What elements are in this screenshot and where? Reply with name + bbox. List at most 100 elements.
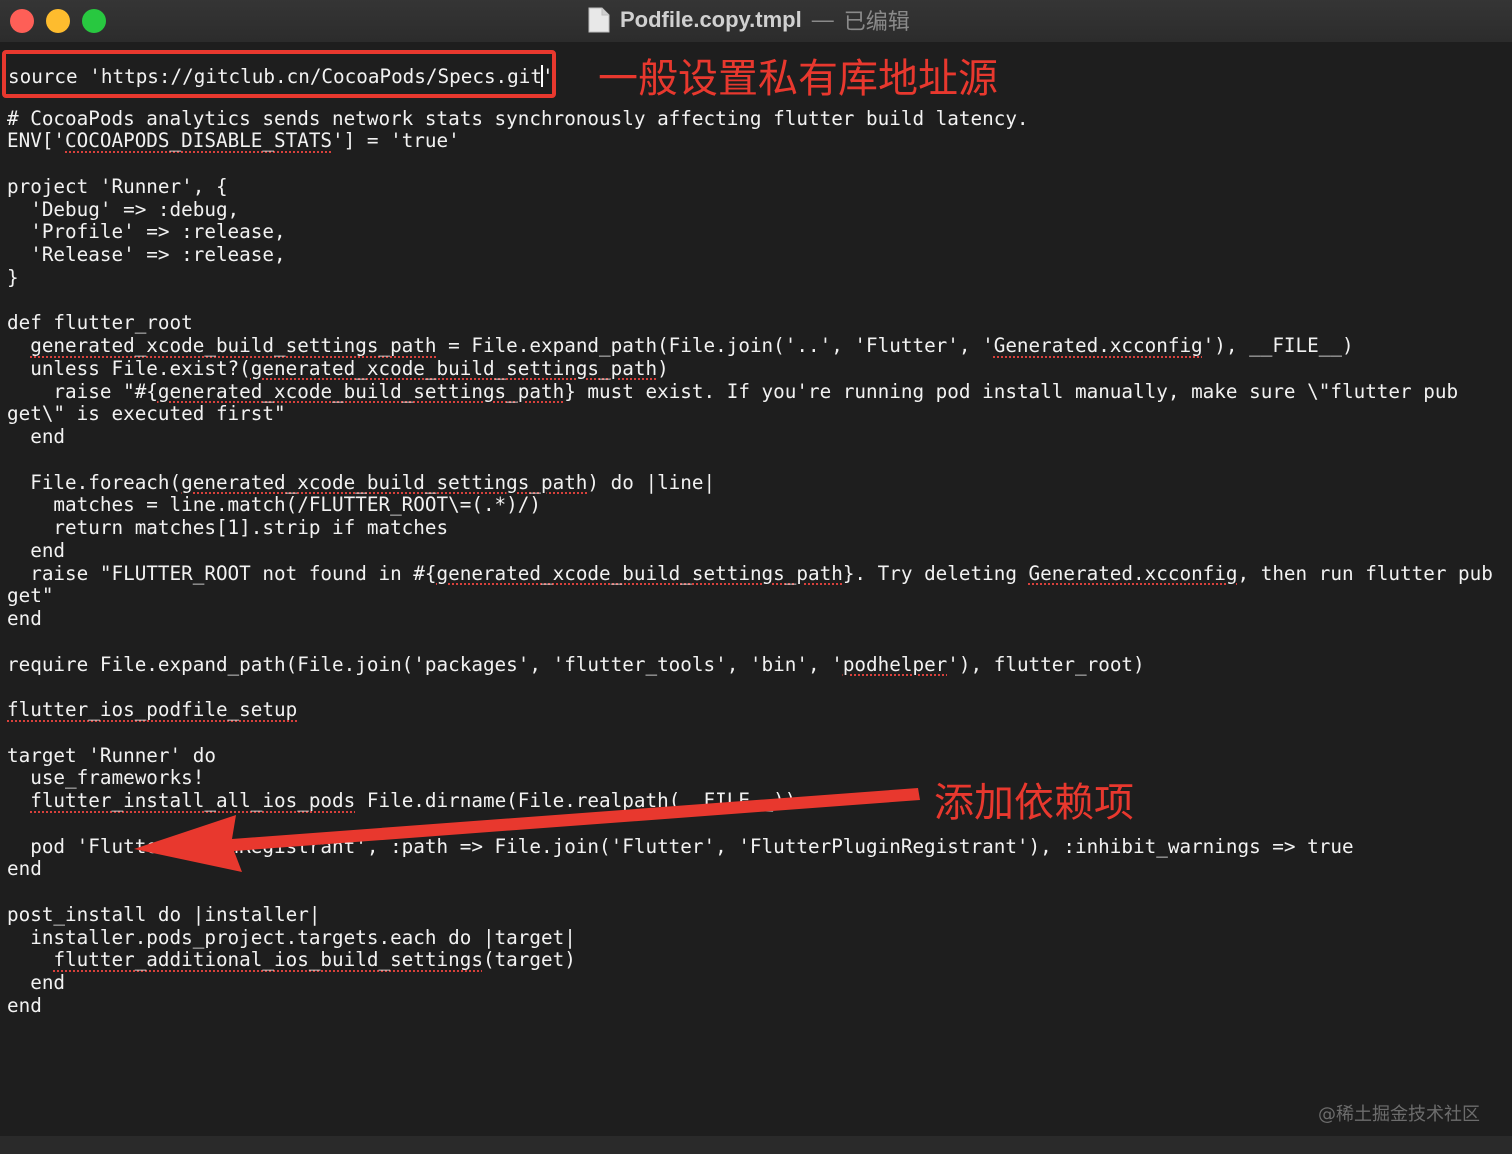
code-line[interactable] xyxy=(7,722,1493,745)
code-text: } must exist. If you're running pod inst… xyxy=(564,379,1459,403)
window-title-group: Podfile.copy.tmpl — 已编辑 xyxy=(588,5,910,35)
code-text: end xyxy=(7,425,66,448)
code-line[interactable]: end xyxy=(7,971,1493,995)
code-line[interactable] xyxy=(7,881,1493,904)
code-text: get" xyxy=(7,584,54,608)
code-line[interactable]: } xyxy=(7,265,1493,290)
code-text: 'Release' => :release, xyxy=(7,243,286,266)
window-title: Podfile.copy.tmpl xyxy=(620,7,802,32)
code-line[interactable]: ENV['COCOAPODS_DISABLE_STATS'] = 'true' xyxy=(7,129,1493,153)
code-line[interactable]: generated_xcode_build_settings_path = Fi… xyxy=(7,334,1493,358)
source-line-text: source 'https://gitclub.cn/CocoaPods/Spe… xyxy=(8,65,542,88)
code-text: end xyxy=(7,607,42,630)
code-text: # CocoaPods analytics sends network stat… xyxy=(7,106,1029,130)
code-text: } xyxy=(7,265,19,289)
code-text: post_install do |installer| xyxy=(7,902,321,926)
code-text: ) xyxy=(657,356,669,380)
code-line[interactable] xyxy=(7,813,1493,836)
code-text: end xyxy=(7,857,42,881)
code-line[interactable]: get\" is executed first" xyxy=(7,402,1493,426)
close-icon[interactable] xyxy=(10,9,34,33)
code-line[interactable]: raise "#{generated_xcode_build_settings_… xyxy=(7,379,1493,404)
code-line[interactable]: 'Debug' => :debug, xyxy=(7,197,1493,222)
code-line[interactable]: File.foreach(generated_xcode_build_setti… xyxy=(7,470,1493,495)
code-line[interactable]: get" xyxy=(7,584,1493,608)
title-bar: Podfile.copy.tmpl — 已编辑 xyxy=(0,0,1512,43)
code-line[interactable]: def flutter_root xyxy=(7,311,1493,335)
code-line[interactable] xyxy=(7,449,1493,472)
code-content[interactable]: platform :ios, '9.0'# CocoaPods analytic… xyxy=(7,61,1493,1018)
minimize-icon[interactable] xyxy=(46,9,70,33)
source-line[interactable]: source 'https://gitclub.cn/CocoaPods/Spe… xyxy=(8,65,552,89)
code-text: use_frameworks! xyxy=(7,766,205,790)
spellcheck-word: generated_xcode_build_settings_path xyxy=(436,561,843,585)
spellcheck-word: generated_xcode_build_settings_path xyxy=(181,470,588,494)
code-line[interactable]: matches = line.match(/FLUTTER_ROOT\=(.*)… xyxy=(7,493,1493,517)
source-highlight-box: source 'https://gitclub.cn/CocoaPods/Spe… xyxy=(2,50,556,98)
code-text: raise "FLUTTER_ROOT not found in #{ xyxy=(7,561,437,585)
code-text: ENV[' xyxy=(7,129,66,153)
code-text: raise "#{ xyxy=(7,379,158,403)
code-line[interactable]: flutter_additional_ios_build_settings(ta… xyxy=(7,948,1493,972)
code-text: (target) xyxy=(482,948,576,972)
code-line[interactable]: 'Profile' => :release, xyxy=(7,220,1493,244)
code-text: end xyxy=(7,971,66,994)
code-line[interactable]: end xyxy=(7,993,1493,1018)
code-line[interactable]: end xyxy=(7,425,1493,449)
editor-window: Podfile.copy.tmpl — 已编辑 platform :ios, '… xyxy=(0,0,1512,1154)
code-line[interactable]: flutter_ios_podfile_setup xyxy=(7,698,1493,722)
code-line[interactable]: end xyxy=(7,857,1493,881)
source-annotation: 一般设置私有库地址源 xyxy=(598,56,998,102)
code-text: '), __FILE__) xyxy=(1202,334,1354,357)
spellcheck-word: generated_xcode_build_settings_path xyxy=(250,356,658,380)
code-line[interactable]: project 'Runner', { xyxy=(7,175,1493,199)
code-line[interactable]: installer.pods_project.targets.each do |… xyxy=(7,925,1493,950)
code-line[interactable]: require File.expand_path(File.join('pack… xyxy=(7,652,1493,677)
code-line[interactable] xyxy=(7,290,1493,313)
bottom-edge xyxy=(0,1136,1512,1154)
spellcheck-word: generated_xcode_build_settings_path xyxy=(157,379,565,403)
maximize-icon[interactable] xyxy=(82,9,106,33)
title-separator: — xyxy=(811,7,834,32)
edited-status: 已编辑 xyxy=(843,9,910,34)
code-line[interactable]: flutter_install_all_ios_pods File.dirnam… xyxy=(7,789,1493,813)
watermark: @稀土掘金技术社区 xyxy=(1318,1104,1480,1125)
spellcheck-word: flutter_ios_podfile_setup xyxy=(7,698,298,721)
code-text: installer.pods_project.targets.each do |… xyxy=(7,925,576,949)
code-text: target 'Runner' do xyxy=(7,743,216,767)
code-line[interactable] xyxy=(7,153,1493,176)
text-editor-area[interactable]: platform :ios, '9.0'# CocoaPods analytic… xyxy=(0,42,1512,1154)
code-line[interactable]: 'Release' => :release, xyxy=(7,243,1493,267)
spellcheck-word: flutter_additional_ios_build_settings xyxy=(53,948,483,972)
code-text: require File.expand_path(File.join('pack… xyxy=(7,652,843,676)
code-text: ) do |line| xyxy=(587,470,716,494)
code-text: File.foreach( xyxy=(7,470,182,494)
code-text: get\" is executed first" xyxy=(7,402,286,426)
code-text: end xyxy=(7,993,42,1017)
code-text: unless File.exist?( xyxy=(7,356,251,380)
code-line[interactable] xyxy=(7,631,1493,654)
code-line[interactable]: post_install do |installer| xyxy=(7,902,1493,927)
spellcheck-word: Generated.xcconfig xyxy=(993,334,1203,357)
spellcheck-word: COCOAPODS_DISABLE_STATS xyxy=(65,129,333,153)
spellcheck-word: flutter_install_all_ios_pods xyxy=(30,789,356,812)
code-line[interactable]: end xyxy=(7,539,1493,563)
code-text: return matches[1].strip if matches xyxy=(7,516,449,539)
code-text: , then run flutter pub xyxy=(1237,561,1493,585)
code-line[interactable]: unless File.exist?(generated_xcode_build… xyxy=(7,356,1493,381)
code-text: '), flutter_root) xyxy=(947,652,1145,676)
code-text: pod 'FlutterPluginRegistrant', :path => … xyxy=(7,834,1354,858)
code-line[interactable]: # CocoaPods analytics sends network stat… xyxy=(7,106,1493,131)
code-line[interactable]: end xyxy=(7,607,1493,631)
code-line[interactable]: pod 'FlutterPluginRegistrant', :path => … xyxy=(7,834,1493,859)
code-line[interactable]: return matches[1].strip if matches xyxy=(7,516,1493,540)
spellcheck-word: generated_xcode_build_settings_path xyxy=(30,334,437,357)
code-text: 'Debug' => :debug, xyxy=(7,197,240,221)
code-line[interactable] xyxy=(7,676,1493,699)
code-line[interactable]: use_frameworks! xyxy=(7,766,1493,790)
document-icon xyxy=(588,7,610,33)
code-line[interactable]: target 'Runner' do xyxy=(7,743,1493,768)
code-line[interactable]: raise "FLUTTER_ROOT not found in #{gener… xyxy=(7,561,1493,586)
